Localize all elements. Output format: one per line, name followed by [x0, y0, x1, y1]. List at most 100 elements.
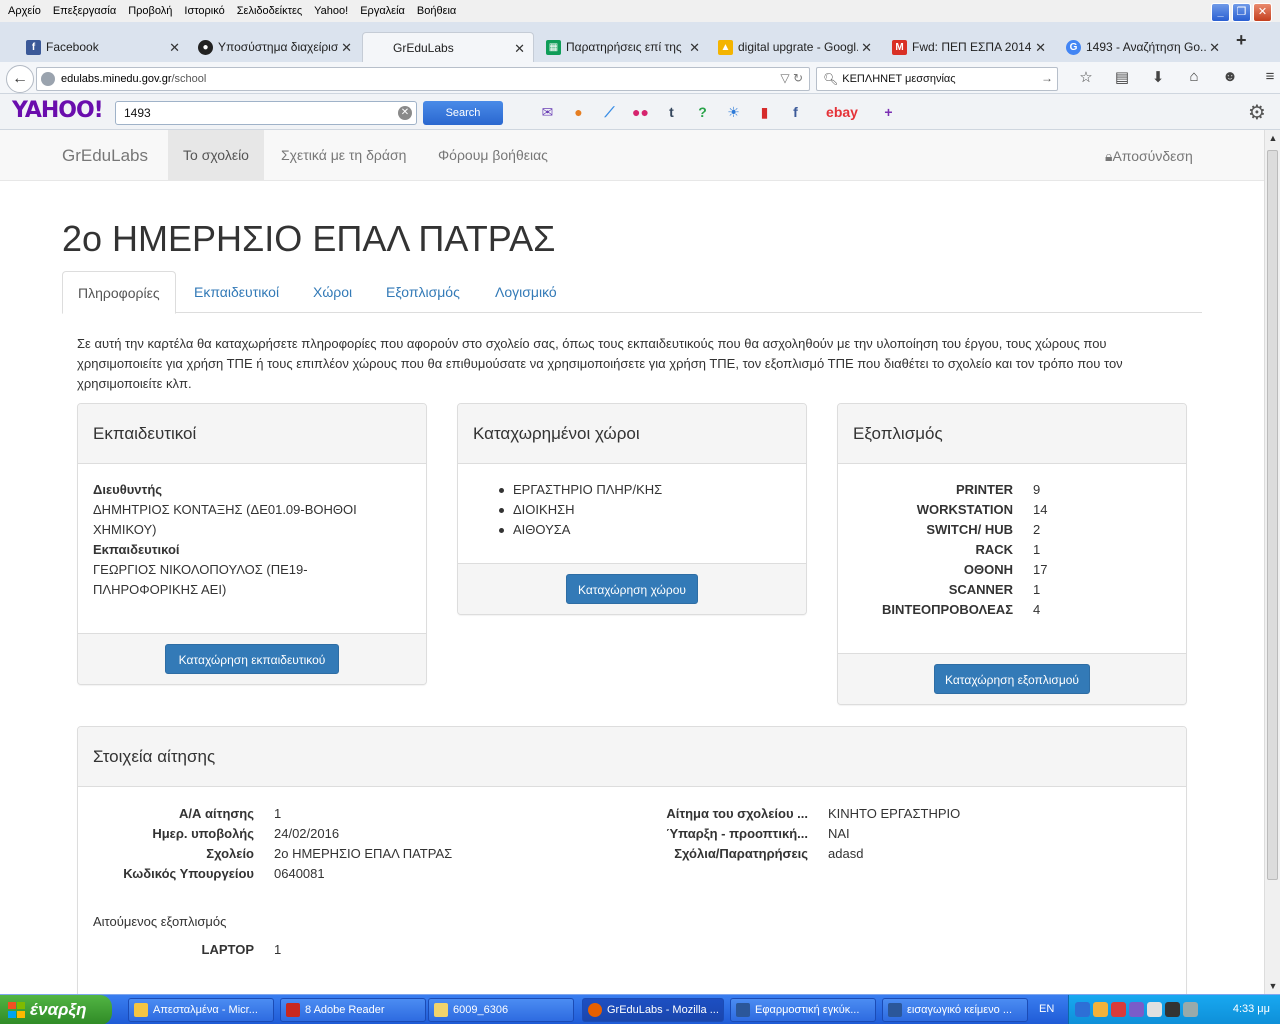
volume-icon[interactable]	[1147, 1002, 1162, 1017]
page-scrollbar[interactable]: ▲ ▼	[1264, 130, 1280, 994]
clear-icon[interactable]: ✕	[398, 106, 412, 120]
site-brand[interactable]: GrEduLabs	[62, 146, 148, 166]
yahoo-search-button[interactable]: Search	[423, 101, 503, 125]
reading-list-icon[interactable]: ▤	[1104, 68, 1140, 86]
close-tab-icon[interactable]: ✕	[514, 41, 525, 57]
answers-icon[interactable]: ?	[687, 102, 718, 122]
mail-icon[interactable]: ✉	[532, 102, 563, 122]
taskbar-item-mail[interactable]: Απεσταλμένα - Micr...	[128, 998, 274, 1022]
menu-file[interactable]: Αρχείο	[0, 5, 46, 17]
menu-edit[interactable]: Επεξεργασία	[46, 5, 121, 17]
antivirus-icon[interactable]	[1111, 1002, 1126, 1017]
browser-search-bar[interactable]: 🔍︎ ΚΕΠΛΗΝΕΤ μεσσηνίας →	[816, 67, 1058, 91]
browser-tab-github[interactable]: ● Υποσύστημα διαχείρισ... ✕	[196, 32, 352, 62]
nav-about[interactable]: Σχετικά με τη δράση	[266, 130, 421, 181]
weather-icon[interactable]: ☀	[718, 102, 749, 122]
new-tab-button[interactable]: +	[1236, 30, 1247, 51]
firefox-icon	[588, 1003, 602, 1017]
finance-chart-icon[interactable]: ⟋	[594, 102, 625, 122]
yahoo-search-input[interactable]: 1493	[115, 101, 417, 125]
add-teacher-button[interactable]: Καταχώρηση εκπαιδευτικού	[165, 644, 339, 674]
add-space-button[interactable]: Καταχώρηση χώρου	[566, 574, 698, 604]
browser-tab-gredulabs[interactable]: GrEduLabs ✕	[362, 32, 534, 62]
flickr-icon[interactable]: ●●	[625, 102, 656, 122]
close-tab-icon[interactable]: ✕	[1209, 40, 1220, 56]
equipment-row: SWITCH/ HUB 2	[926, 522, 1041, 537]
menu-help[interactable]: Βοήθεια	[410, 5, 461, 17]
tab-teachers[interactable]: Εκπαιδευτικοί	[179, 271, 294, 313]
messenger-icon[interactable]	[1093, 1002, 1108, 1017]
taskbar-item-firefox[interactable]: GrEduLabs - Mozilla ...	[582, 998, 724, 1022]
add-icon[interactable]: +	[873, 102, 904, 122]
close-tab-icon[interactable]: ✕	[1035, 40, 1046, 56]
hamburger-menu-icon[interactable]: ≡	[1252, 68, 1280, 86]
basketball-icon[interactable]: ●	[563, 102, 594, 122]
language-indicator[interactable]: EN	[1039, 1003, 1054, 1015]
star-icon[interactable]: ☆	[1068, 68, 1104, 86]
back-button[interactable]: ←	[6, 65, 34, 93]
home-icon[interactable]: ⌂	[1176, 68, 1212, 86]
bookmark-icon[interactable]: ▮	[749, 102, 780, 122]
nav-school[interactable]: Το σχολείο	[168, 130, 264, 181]
intro-text: Σε αυτή την καρτέλα θα καταχωρήσετε πληρ…	[77, 336, 1123, 391]
facebook-icon[interactable]: f	[780, 102, 811, 122]
taskbar-item-word2[interactable]: εισαγωγικό κείμενο ...	[882, 998, 1028, 1022]
menu-tools[interactable]: Εργαλεία	[353, 5, 410, 17]
minimize-button[interactable]: _	[1211, 3, 1230, 22]
tab-software[interactable]: Λογισμικό	[480, 271, 572, 313]
maximize-button[interactable]: ❐	[1232, 3, 1251, 22]
browser-tab-drive[interactable]: ▲ digital upgrate - Googl... ✕	[716, 32, 872, 62]
pdf-icon	[286, 1003, 300, 1017]
application-field: Σχολείο 2ο ΗΜΕΡΗΣΙΟ ΕΠΑΛ ΠΑΤΡΑΣ	[206, 846, 453, 861]
smiley-icon[interactable]: ☻	[1212, 68, 1248, 86]
browser-tab-google[interactable]: G 1493 - Αναζήτηση Go... ✕	[1064, 32, 1220, 62]
menu-view[interactable]: Προβολή	[121, 5, 177, 17]
taskbar-item-reader[interactable]: 8 Adobe Reader	[280, 998, 426, 1022]
tumblr-icon[interactable]: t	[656, 102, 687, 122]
close-tab-icon[interactable]: ✕	[689, 40, 700, 56]
url-bar[interactable]: edulabs.minedu.gov.gr/school ▽ ↻	[36, 67, 810, 91]
page-tabs: Πληροφορίες Εκπαιδευτικοί Χώροι Εξοπλισμ…	[62, 271, 1202, 314]
spaces-list: ΕΡΓΑΣΤΗΡΙΟ ΠΛΗΡ/ΚΗΣ ΔΙΟΙΚΗΣΗ ΑΙΘΟΥΣΑ	[499, 480, 662, 540]
close-window-button[interactable]: ✕	[1253, 3, 1272, 22]
close-tab-icon[interactable]: ✕	[169, 40, 180, 56]
ebay-link[interactable]: ebay	[811, 102, 873, 122]
tab-equipment[interactable]: Εξοπλισμός	[371, 271, 475, 313]
gear-icon[interactable]: ⚙	[1248, 100, 1266, 125]
menu-yahoo[interactable]: Yahoo!	[307, 5, 353, 17]
tab-spaces[interactable]: Χώροι	[298, 271, 367, 313]
usb-icon[interactable]	[1183, 1002, 1198, 1017]
add-equipment-button[interactable]: Καταχώρηση εξοπλισμού	[934, 664, 1090, 694]
download-icon[interactable]: ⬇	[1140, 68, 1176, 86]
close-tab-icon[interactable]: ✕	[861, 40, 872, 56]
reload-icon[interactable]: ▽ ↻	[780, 71, 803, 85]
teachers-panel: Εκπαιδευτικοί Διευθυντής ΔΗΜΗΤΡΙΟΣ ΚΟΝΤΑ…	[77, 403, 427, 685]
browser-tab-gmail[interactable]: M Fwd: ΠΕΠ ΕΣΠΑ 2014... ✕	[890, 32, 1046, 62]
menu-history[interactable]: Ιστορικό	[177, 5, 229, 17]
tab-info[interactable]: Πληροφορίες	[62, 271, 176, 314]
page-title: 2ο ΗΜΕΡΗΣΙΟ ΕΠΑΛ ΠΑΤΡΑΣ	[62, 218, 556, 259]
browser-tab-sheets[interactable]: ▦ Παρατηρήσεις επί της ... ✕	[544, 32, 700, 62]
yahoo-logo[interactable]: YAHOO!	[12, 98, 104, 123]
taskbar-item-word1[interactable]: Εφαρμοστική εγκύκ...	[730, 998, 876, 1022]
logout-link[interactable]: 🔒︎Αποσύνδεση	[1105, 148, 1193, 165]
start-button[interactable]: έναρξη	[0, 995, 112, 1024]
taskbar-item-folder[interactable]: 6009_6306	[428, 998, 574, 1022]
equipment-row: SCANNER 1	[948, 582, 1041, 597]
update-icon[interactable]	[1129, 1002, 1144, 1017]
globe-icon	[41, 72, 55, 86]
teacher-name: ΓΕΩΡΓΙΟΣ ΝΙΚΟΛΟΠΟΥΛΟΣ (ΠΕ19-ΠΛΗΡΟΦΟΡΙΚΗΣ…	[93, 562, 308, 597]
close-tab-icon[interactable]: ✕	[341, 40, 352, 56]
nav-forum[interactable]: Φόρουμ βοήθειας	[423, 130, 563, 181]
panel-heading: Εξοπλισμός	[838, 404, 1186, 464]
display-icon[interactable]	[1165, 1002, 1180, 1017]
menu-bookmarks[interactable]: Σελιδοδείκτες	[230, 5, 307, 17]
network-icon[interactable]	[1075, 1002, 1090, 1017]
search-icon: 🔍︎	[823, 72, 839, 86]
browser-tab-facebook[interactable]: f Facebook ✕	[24, 32, 180, 62]
scroll-thumb[interactable]	[1267, 150, 1278, 880]
scroll-up-icon[interactable]: ▲	[1265, 130, 1280, 146]
panel-footer: Καταχώρηση χώρου	[458, 563, 806, 614]
search-go-icon[interactable]: →	[1041, 71, 1053, 85]
scroll-down-icon[interactable]: ▼	[1265, 978, 1280, 994]
